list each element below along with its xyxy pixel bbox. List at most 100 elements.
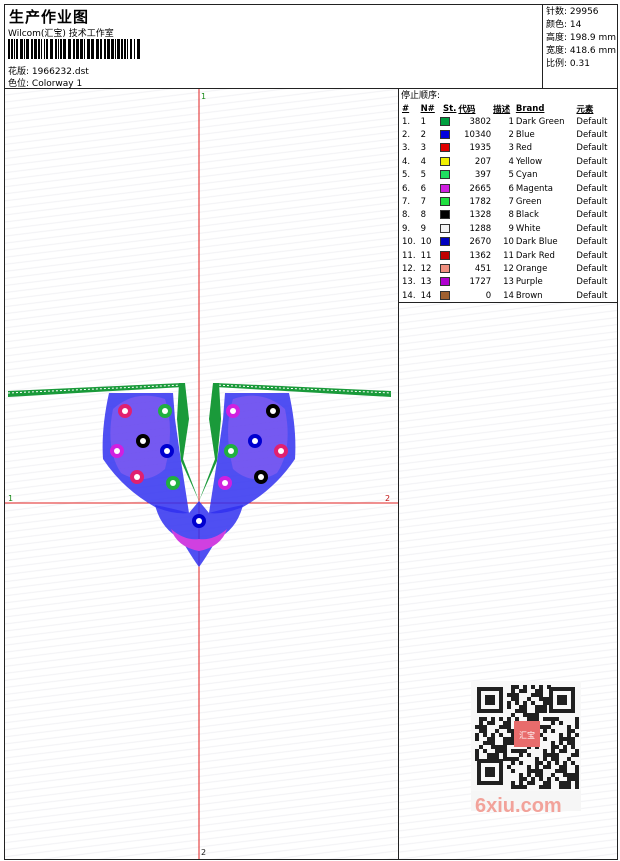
row-needle: 5 bbox=[420, 170, 426, 181]
row-needle: 6 bbox=[420, 183, 426, 194]
row-description: Dark Green bbox=[515, 116, 565, 127]
row-brand: Default bbox=[576, 170, 608, 181]
row-code: 9 bbox=[508, 223, 514, 234]
stop-sequence-panel: 停止顺序: # N# St. 代码 描述 Brand 元素 1. 1 3802 1 Da… bbox=[399, 89, 617, 303]
col-element: 元素 bbox=[576, 104, 594, 115]
row-index: 5. bbox=[402, 170, 411, 181]
stop-sequence-table: # N# St. 代码 描述 Brand 元素 1. 1 3 8 0 2 1 Dark Gre… bbox=[401, 102, 615, 302]
axis-label-top: 1 bbox=[201, 92, 206, 101]
color-swatch bbox=[439, 116, 450, 126]
row-stitches: 0 bbox=[485, 290, 492, 301]
row-stitches: 1935 bbox=[469, 143, 492, 154]
watermark-logo: 6xiu.com bbox=[475, 795, 562, 817]
row-description: Yellow bbox=[515, 156, 543, 167]
row-description: Black bbox=[515, 210, 539, 221]
row-description: Dark Red bbox=[515, 250, 555, 261]
row-index: 10. bbox=[402, 237, 416, 248]
color-swatch bbox=[439, 156, 450, 166]
stats-panel: 针数: 29956 颜色: 14 高度: 198.9 mm 宽度: 418.6 … bbox=[542, 5, 617, 89]
lower-panel: 汇宝 6xiu.com bbox=[399, 303, 617, 859]
row-stitches: 1362 bbox=[469, 250, 492, 261]
flower-center bbox=[278, 448, 284, 454]
row-swatch bbox=[439, 222, 457, 235]
row-description: Blue bbox=[515, 130, 535, 141]
row-brand: Default bbox=[576, 263, 608, 274]
row-index: 11. bbox=[402, 250, 416, 261]
row-code: 1 bbox=[508, 116, 514, 127]
bottom-point-motif bbox=[155, 501, 243, 567]
row-description: Magenta bbox=[515, 183, 553, 194]
color-count: 颜色: 14 bbox=[546, 20, 582, 30]
table-row[interactable]: 1. 1 3802 1 Dark Green Default bbox=[401, 115, 615, 128]
table-row[interactable]: 11. 11 1362 11 Dark Red Default bbox=[401, 249, 615, 262]
qr-code: 汇宝 bbox=[471, 681, 581, 811]
row-needle: 11 bbox=[420, 250, 432, 261]
table-row[interactable]: 10. 10 2670 10 Dark Blue Default bbox=[401, 236, 615, 249]
row-code: 4 bbox=[508, 156, 514, 167]
row-stitches: 2670 bbox=[469, 237, 492, 248]
row-brand: Default bbox=[576, 223, 608, 234]
col-stitches: St. bbox=[443, 103, 457, 114]
table-header-row: # N# St. 代码 描述 Brand 元素 bbox=[401, 102, 615, 115]
row-needle: 13 bbox=[420, 277, 432, 288]
row-needle: 3 bbox=[420, 143, 426, 154]
row-stitches: 451 bbox=[474, 263, 492, 274]
row-index: 12. bbox=[402, 263, 416, 274]
row-index: 6. bbox=[402, 183, 411, 194]
row-description: Cyan bbox=[515, 170, 538, 181]
flower-center bbox=[228, 448, 234, 454]
row-description: Purple bbox=[515, 277, 543, 288]
header: 生产作业图 Wilcom(汇宝) 技术工作室 花版: 1966232.dst 色… bbox=[5, 5, 617, 89]
flower-center bbox=[162, 408, 168, 414]
row-needle: 9 bbox=[420, 223, 426, 234]
table-row[interactable]: 9. 9 1288 9 White Default bbox=[401, 222, 615, 235]
barcode bbox=[8, 39, 140, 59]
row-stitches: 10340 bbox=[464, 130, 492, 141]
row-code: 2 bbox=[508, 130, 514, 141]
row-swatch bbox=[439, 209, 457, 222]
design-canvas[interactable]: 1 2 1 2 bbox=[5, 89, 399, 859]
row-index: 8. bbox=[402, 210, 411, 221]
row-stitches: 397 bbox=[474, 170, 492, 181]
row-brand: Default bbox=[576, 250, 608, 261]
axis-label-bottom: 2 bbox=[201, 848, 206, 857]
row-index: 7. bbox=[402, 197, 411, 208]
table-row[interactable]: 13. 13 1727 13 Purple Default bbox=[401, 276, 615, 289]
table-row[interactable]: 7. 7 1782 7 Green Default bbox=[401, 195, 615, 208]
row-stitches: 1727 bbox=[469, 277, 492, 288]
table-row[interactable]: 5. 5 397 5 Cyan Default bbox=[401, 169, 615, 182]
col-code: 代码 bbox=[458, 104, 476, 115]
row-index: 1. bbox=[402, 116, 411, 127]
color-swatch bbox=[439, 277, 450, 287]
table-row[interactable]: 3. 3 1935 3 Red Default bbox=[401, 142, 615, 155]
color-swatch bbox=[439, 237, 450, 247]
flower-center bbox=[140, 438, 146, 444]
table-row[interactable]: 14. 14 0 14 Brown Default bbox=[401, 289, 615, 302]
table-row[interactable]: 8. 8 1328 8 Black Default bbox=[401, 209, 615, 222]
flower-center bbox=[170, 480, 176, 486]
row-code: 14 bbox=[503, 290, 514, 301]
row-stitches: 1288 bbox=[469, 223, 492, 234]
row-code: 5 bbox=[508, 170, 514, 181]
color-swatch bbox=[439, 130, 450, 140]
row-swatch bbox=[439, 115, 457, 128]
row-code: 12 bbox=[503, 263, 514, 274]
table-row[interactable]: 12. 12 451 12 Orange Default bbox=[401, 262, 615, 275]
table-row[interactable]: 4. 4 207 4 Yellow Default bbox=[401, 155, 615, 168]
row-index: 13. bbox=[402, 277, 416, 288]
table-row[interactable]: 6. 6 2665 6 Magenta Default bbox=[401, 182, 615, 195]
row-needle: 4 bbox=[420, 156, 426, 167]
row-swatch bbox=[439, 276, 457, 289]
table-row[interactable]: 2. 2 10340 2 Blue Default bbox=[401, 128, 615, 141]
axis-label-right: 2 bbox=[385, 494, 390, 503]
col-brand: Brand bbox=[515, 103, 545, 114]
row-code: 6 bbox=[508, 183, 514, 194]
row-code: 7 bbox=[508, 197, 514, 208]
row-description: Red bbox=[515, 143, 533, 154]
row-needle: 8 bbox=[420, 210, 426, 221]
row-brand: Default bbox=[576, 183, 608, 194]
row-code: 3 bbox=[508, 143, 514, 154]
color-swatch bbox=[439, 170, 450, 180]
flower-center bbox=[252, 438, 258, 444]
row-index: 14. bbox=[402, 290, 416, 301]
